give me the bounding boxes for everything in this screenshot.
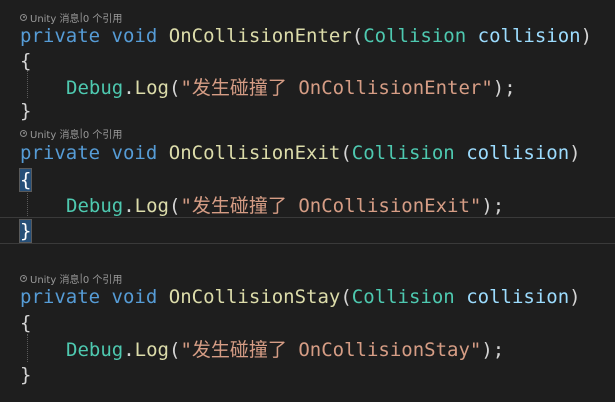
left-paren: (	[168, 339, 181, 361]
close-paren: )	[569, 286, 581, 308]
left-paren: (	[168, 195, 181, 217]
unity-icon	[20, 129, 27, 137]
close-brace-line[interactable]: }	[20, 98, 31, 124]
method-name: OnCollisionEnter	[168, 25, 352, 47]
close-brace-line[interactable]: }	[20, 362, 31, 388]
return-type: void	[111, 142, 158, 164]
access-modifier: private	[20, 142, 101, 164]
access-modifier: private	[20, 286, 101, 308]
code-lens-unity-message[interactable]: Unity 消息	[30, 126, 79, 141]
left-paren: (	[168, 77, 181, 99]
method-call: Log	[134, 339, 169, 361]
param-type: Collision	[351, 142, 455, 164]
close-brace: }	[20, 364, 32, 386]
method-body-line[interactable]: Debug.Log("发生碰撞了 OnCollisionEnter");	[66, 75, 516, 101]
return-type: void	[111, 286, 158, 308]
right-paren-semicolon: );	[492, 77, 516, 99]
return-type: void	[111, 25, 158, 47]
class-name: Debug	[66, 77, 124, 99]
open-brace: {	[20, 312, 32, 334]
method-name: OnCollisionExit	[168, 142, 341, 164]
string-literal: "发生碰撞了 OnCollisionExit"	[180, 195, 482, 217]
open-brace: {	[20, 50, 32, 72]
code-lens[interactable]: Unity 消息 | 0 个引用	[20, 271, 122, 286]
code-lens[interactable]: Unity 消息 | 0 个引用	[20, 10, 122, 25]
string-literal: "发生碰撞了 OnCollisionEnter"	[180, 77, 493, 99]
param-name: collision	[477, 25, 581, 47]
param-name: collision	[466, 286, 570, 308]
open-paren: (	[340, 142, 352, 164]
close-brace-line[interactable]: }	[18, 218, 33, 244]
method-signature-line[interactable]: private void OnCollisionStay(Collision c…	[20, 284, 581, 310]
close-paren: )	[569, 142, 581, 164]
method-call: Log	[134, 195, 169, 217]
access-modifier: private	[20, 25, 101, 47]
indent-guide	[27, 70, 28, 98]
right-paren-semicolon: );	[481, 195, 505, 217]
close-paren: )	[580, 25, 593, 47]
code-lens[interactable]: Unity 消息 | 0 个引用	[20, 126, 123, 141]
unity-icon	[20, 274, 27, 282]
open-brace-line[interactable]: {	[20, 48, 31, 74]
param-name: collision	[466, 142, 570, 164]
indent-guide	[27, 190, 28, 216]
dot: .	[123, 339, 135, 361]
dot: .	[123, 77, 135, 99]
open-brace-line[interactable]: {	[18, 167, 33, 193]
param-type: Collision	[363, 25, 467, 47]
open-paren: (	[351, 25, 364, 47]
code-editor[interactable]: Unity 消息 | 0 个引用 private void OnCollisio…	[0, 0, 615, 402]
param-type: Collision	[351, 286, 455, 308]
close-brace: }	[20, 100, 32, 122]
right-paren-semicolon: );	[481, 339, 505, 361]
current-line-highlight	[0, 217, 615, 244]
open-brace-line[interactable]: {	[20, 310, 31, 336]
close-brace-highlighted: }	[18, 219, 33, 243]
code-lens-references[interactable]: 0 个引用	[83, 126, 123, 141]
method-body-line[interactable]: Debug.Log("发生碰撞了 OnCollisionExit");	[66, 193, 504, 219]
method-name: OnCollisionStay	[168, 286, 341, 308]
indent-guide	[27, 334, 28, 362]
class-name: Debug	[66, 195, 124, 217]
method-signature-line[interactable]: private void OnCollisionEnter(Collision …	[20, 23, 592, 49]
class-name: Debug	[66, 339, 124, 361]
method-body-line[interactable]: Debug.Log("发生碰撞了 OnCollisionStay");	[66, 337, 504, 363]
unity-icon	[20, 13, 27, 21]
method-call: Log	[134, 77, 169, 99]
dot: .	[123, 195, 135, 217]
open-paren: (	[340, 286, 352, 308]
string-literal: "发生碰撞了 OnCollisionStay"	[180, 339, 482, 361]
open-brace-highlighted: {	[18, 168, 33, 192]
method-signature-line[interactable]: private void OnCollisionExit(Collision c…	[20, 140, 581, 166]
